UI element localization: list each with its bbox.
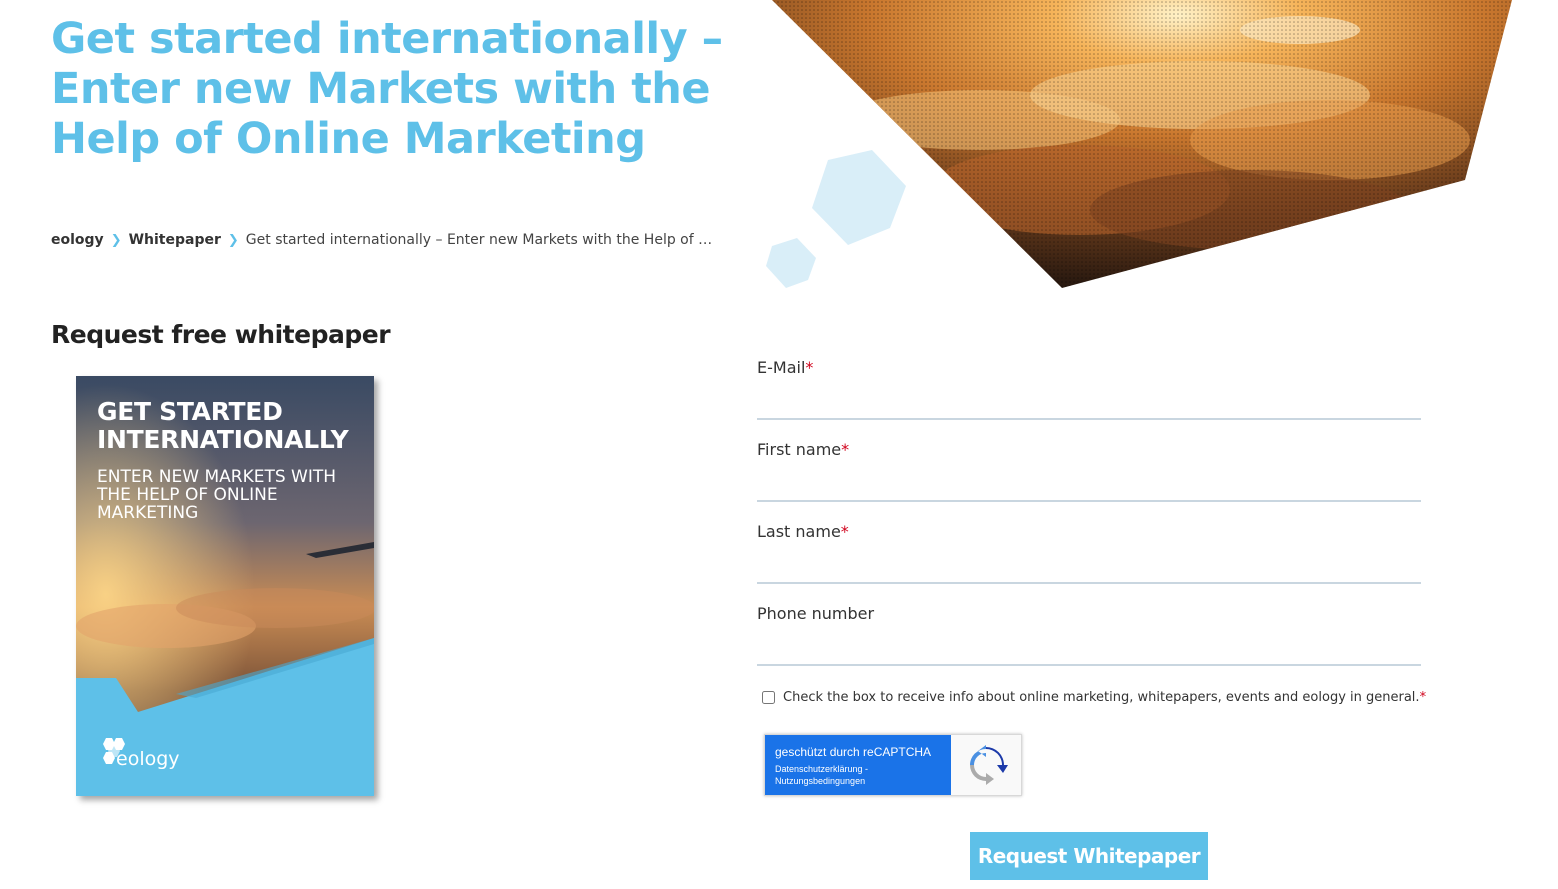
breadcrumb-home-link[interactable]: eology: [51, 232, 104, 248]
section-title: Request free whitepaper: [51, 320, 391, 349]
required-marker: *: [840, 522, 849, 541]
recaptcha-logo-area: [951, 735, 1021, 795]
required-marker: *: [805, 358, 814, 377]
first-name-label-text: First name: [757, 440, 842, 459]
email-input[interactable]: [757, 390, 1421, 420]
breadcrumb: eology ❯ Whitepaper ❯ Get started intern…: [51, 232, 721, 248]
whitepaper-request-form: E-Mail* First name* Last name* Phone num…: [757, 355, 1421, 683]
phone-label-text: Phone number: [757, 604, 875, 623]
chevron-right-icon: ❯: [227, 232, 239, 248]
breadcrumb-whitepaper-link[interactable]: Whitepaper: [129, 232, 221, 248]
last-name-label-text: Last name: [757, 522, 841, 541]
recaptcha-title: geschützt durch reCAPTCHA: [775, 745, 932, 759]
first-name-field-group: First name*: [757, 437, 1421, 519]
phone-field-group: Phone number: [757, 601, 1421, 683]
request-whitepaper-button[interactable]: Request Whitepaper: [970, 832, 1208, 880]
last-name-input[interactable]: [757, 554, 1421, 584]
phone-label: Phone number: [757, 601, 1421, 623]
last-name-label: Last name*: [757, 519, 1421, 541]
required-marker: *: [841, 440, 850, 459]
breadcrumb-current: Get started internationally – Enter new …: [245, 232, 721, 248]
last-name-field-group: Last name*: [757, 519, 1421, 601]
first-name-input[interactable]: [757, 472, 1421, 502]
whitepaper-cover-image: GET STARTED INTERNATIONALLY ENTER NEW MA…: [76, 376, 374, 796]
recaptcha-icon: [970, 745, 1008, 785]
consent-checkbox-row[interactable]: Check the box to receive info about onli…: [762, 690, 1426, 705]
email-label-text: E-Mail: [757, 358, 806, 377]
consent-checkbox[interactable]: [762, 691, 775, 704]
cover-subtitle: ENTER NEW MARKETS WITH THE HELP OF ONLIN…: [97, 467, 337, 523]
email-label: E-Mail*: [757, 355, 1421, 377]
first-name-label: First name*: [757, 437, 1421, 459]
consent-text: Check the box to receive info about onli…: [783, 690, 1420, 705]
cover-title: GET STARTED INTERNATIONALLY: [97, 397, 349, 454]
recaptcha-badge[interactable]: geschützt durch reCAPTCHA Datenschutzerk…: [764, 734, 1022, 796]
phone-input[interactable]: [757, 636, 1421, 666]
email-field-group: E-Mail*: [757, 355, 1421, 437]
cover-logo: eology: [116, 748, 180, 770]
recaptcha-info: geschützt durch reCAPTCHA Datenschutzerk…: [765, 735, 951, 795]
recaptcha-links[interactable]: Datenschutzerklärung - Nutzungsbedingung…: [775, 763, 941, 787]
chevron-right-icon: ❯: [110, 232, 122, 248]
required-marker: *: [1419, 690, 1427, 705]
page-title: Get started internationally – Enter new …: [51, 14, 723, 164]
